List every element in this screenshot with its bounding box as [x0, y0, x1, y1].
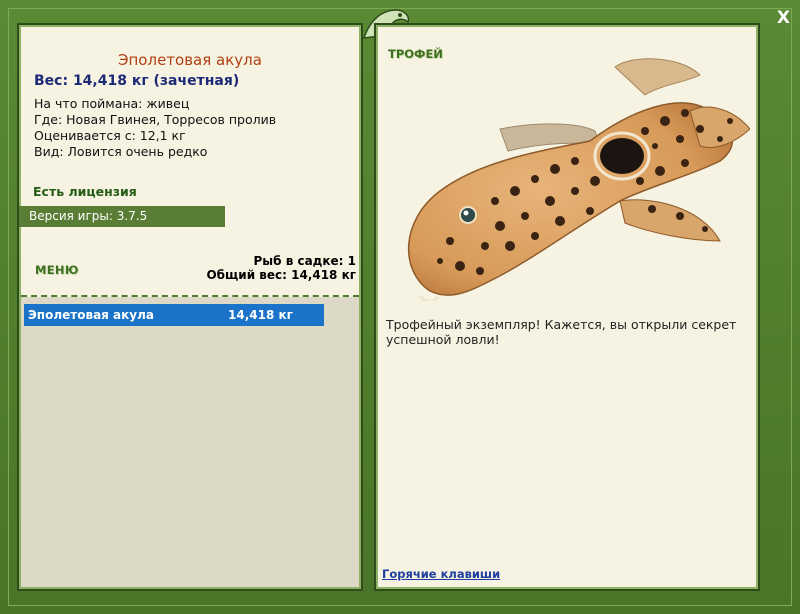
location-info: Где: Новая Гвинея, Торресов пролив — [34, 112, 277, 127]
cage-summary: Рыб в садке: 1 Общий вес: 14,418 кг — [206, 254, 356, 282]
rarity-info: Вид: Ловится очень редко — [34, 144, 208, 159]
trophy-description: Трофейный экземпляр! Кажется, вы открыли… — [386, 317, 737, 347]
trophy-panel: ТРОФЕЙ Трофейный экземпляр! Кажется, вы … — [374, 23, 760, 591]
bait-info: На что поймана: живец — [34, 96, 190, 111]
catch-list: Эполетовая акула 14,418 кг — [21, 297, 359, 587]
rated-from-info: Оценивается с: 12,1 кг — [34, 128, 186, 143]
list-item-weight: 14,418 кг — [228, 308, 293, 322]
game-version: Версия игры: 3.7.5 — [19, 206, 225, 227]
list-item[interactable]: Эполетовая акула 14,418 кг — [24, 304, 324, 326]
total-weight: Общий вес: 14,418 кг — [206, 268, 356, 282]
menu-button[interactable]: МЕНЮ — [35, 263, 79, 277]
close-button[interactable]: X — [777, 8, 790, 28]
hotkeys-link[interactable]: Горячие клавиши — [382, 567, 500, 581]
fish-weight: Вес: 14,418 кг (зачетная) — [34, 73, 240, 89]
license-status: Есть лицензия — [33, 184, 137, 199]
epaulette-shark-image — [408, 58, 750, 301]
fish-count: Рыб в садке: 1 — [253, 254, 357, 268]
fish-info-panel: Эполетовая акула Вес: 14,418 кг (зачетна… — [17, 23, 363, 591]
list-item-name: Эполетовая акула — [28, 308, 154, 322]
fish-name: Эполетовая акула — [118, 51, 262, 69]
